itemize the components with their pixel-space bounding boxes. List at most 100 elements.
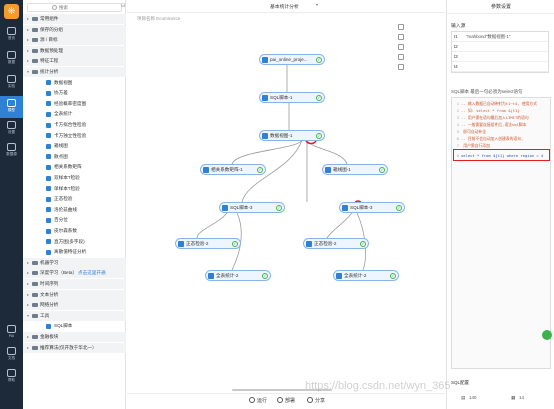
component-icon [46, 323, 51, 329]
tree-group[interactable]: ▸ 常用组件 [23, 14, 126, 24]
rail-item-data[interactable]: 数据 [0, 48, 23, 70]
tree-label: 常用组件 [40, 16, 59, 21]
tree-group[interactable]: ▸ 推荐算法(仅开放于华北一） [23, 342, 126, 353]
folder-icon [32, 345, 38, 350]
tree-group[interactable]: ▸ 深度学习（Beta） 点击这里开通 [23, 268, 126, 279]
rail-item-settings[interactable]: 数据源 [0, 140, 23, 162]
tree-group[interactable]: ▸ 时间序列 [23, 279, 126, 289]
check-icon: ✓ [232, 240, 238, 247]
tree-leaf[interactable]: 箱线图 [23, 141, 126, 151]
tree-leaf[interactable]: 经验概率密度图 [23, 99, 126, 109]
sql-icon [262, 94, 268, 101]
table-row[interactable]: t4 [452, 62, 548, 72]
tree-leaf[interactable]: 离散值特征分析 [23, 247, 126, 257]
tree-label: 网络分析 [40, 302, 59, 308]
check-icon: ✓ [276, 204, 282, 211]
user-icon [7, 325, 16, 333]
folder-icon [32, 313, 38, 318]
tree-leaf[interactable]: 全表统计 [23, 109, 126, 119]
rail-item-pai[interactable]: PAI [0, 322, 23, 344]
tree-group[interactable]: ▸ 文本分析 [23, 289, 126, 300]
tree-label: 工具 [40, 312, 50, 318]
rail-item-experiment[interactable]: 模型 [0, 96, 23, 118]
workflow-node[interactable]: 数据视图-1 ✓ [259, 130, 325, 141]
component-icon [46, 207, 51, 213]
tree-label: 保存的分组 [40, 26, 63, 32]
tree-leaf[interactable]: 正态检验 [23, 194, 126, 204]
rail-item-home[interactable]: 首页 [0, 24, 23, 46]
share-button[interactable]: 分享 [307, 397, 325, 406]
tree-group[interactable]: ▸ 数据预处理 [23, 45, 126, 56]
tree-leaf[interactable]: 数据视图 [23, 78, 126, 88]
workflow-node[interactable]: SQL脚本-3 ✓ [219, 202, 285, 213]
tree-leaf[interactable]: 协方差 [23, 88, 126, 98]
workflow-node[interactable]: SQL脚本-3 ✓ [339, 202, 405, 213]
tree-leaf[interactable]: 单样本T检验 [23, 184, 126, 194]
component-icon [46, 164, 51, 170]
tab-params[interactable]: 参数设置 [447, 0, 554, 14]
table-row[interactable]: t2 [452, 42, 548, 52]
deploy-button[interactable]: 部署 [277, 397, 295, 406]
highlight-box [453, 149, 550, 161]
table-row[interactable]: t1 "mahbond"数据视图-1" [452, 32, 548, 42]
tree-group[interactable]: ▸ 网络分析 [23, 300, 126, 311]
collapse-icon[interactable]: ⊟ [121, 3, 126, 9]
chevron-right-icon: ▸ [27, 270, 30, 276]
tree-leaf[interactable]: 皮尔森系数 [23, 226, 126, 236]
workflow-node[interactable]: 箱线图-1 ✓ [322, 164, 388, 175]
tree-label: 源 / 目标 [40, 37, 58, 43]
chevron-right-icon: ▸ [27, 58, 30, 64]
tree-label: 数据视图 [54, 79, 73, 85]
workflow-node[interactable]: 正态检验-2 ✓ [175, 238, 241, 249]
tree-leaf[interactable]: 卡方独立性检验 [23, 131, 126, 141]
tree-group[interactable]: ▾ 统计分析 [23, 67, 126, 77]
workflow-node[interactable]: pai_online_proje... ✓ [259, 54, 325, 65]
component-icon [46, 101, 51, 107]
workflow-node[interactable]: SQL脚本-1 ✓ [259, 92, 325, 103]
tree-group[interactable]: ▸ 保存的分组 [23, 24, 126, 35]
tree-group[interactable]: ▸ 特征工程 [23, 56, 126, 67]
input-source-table: t1 "mahbond"数据视图-1" t2 t3 t4 [451, 31, 549, 73]
tree-group[interactable]: ▸ 机器学习 [23, 257, 126, 268]
beta-link[interactable]: 点击这里开通 [78, 268, 106, 278]
rail-item-help[interactable]: 帮助 [0, 366, 23, 388]
tree-leaf[interactable]: 百分位 [23, 215, 126, 225]
workflow-node[interactable]: 全表统计-2 ✓ [205, 270, 271, 281]
experiment-canvas[interactable]: 基本统计分析 ▾ 项目名称 Ecommerce pai_online_proje… [127, 0, 445, 409]
tree-leaf[interactable]: SQL脚本 [23, 321, 126, 331]
chevron-right-icon: ▸ [27, 47, 30, 53]
tree-label: 卡方独立性检验 [54, 132, 87, 138]
tree-group[interactable]: ▸ 金融板块 [23, 332, 126, 342]
run-button[interactable]: 运行 [249, 397, 267, 406]
edge [231, 139, 303, 165]
chat-icon[interactable] [542, 330, 552, 340]
rail-item-model[interactable]: 设置 [0, 118, 23, 140]
rail-item-models[interactable]: 实验 [0, 72, 23, 94]
gear-icon [7, 143, 16, 151]
help-icon [7, 369, 16, 377]
tree-leaf[interactable]: 散点图 [23, 152, 126, 162]
sql-editor[interactable]: 1 -- 输入数据已自动映射为t1~t4, 使用方式 2 -- 如: select … [451, 97, 551, 369]
check-icon: ✓ [360, 240, 366, 247]
table-row[interactable]: t3 [452, 52, 548, 62]
tree-group[interactable]: ▾ 工具 [23, 310, 126, 321]
workflow-node[interactable]: 全表统计-2 ✓ [333, 270, 399, 281]
tree-group[interactable]: ▸ 源 / 目标 [23, 35, 126, 46]
check-icon: ✓ [390, 272, 396, 279]
workflow-node[interactable]: 正态检验-2 ✓ [303, 238, 369, 249]
folder-icon [32, 17, 38, 21]
check-icon: ✓ [316, 94, 322, 101]
table-icon [262, 56, 268, 63]
component-search[interactable] [27, 3, 122, 12]
search-input[interactable] [59, 4, 119, 11]
tree-leaf[interactable]: 洛伦兹曲线 [23, 205, 126, 215]
search-icon [52, 5, 57, 10]
tree-leaf[interactable]: 直方图(多字段) [23, 237, 126, 247]
home-icon [7, 27, 16, 35]
tree-leaf[interactable]: 双样本T检验 [23, 173, 126, 183]
workflow-node[interactable]: 相关系数矩阵-1 ✓ [200, 164, 266, 175]
tree-leaf[interactable]: 相关系数矩阵 [23, 162, 126, 172]
tree-label: 箱线图 [54, 143, 68, 149]
tree-leaf[interactable]: 卡方拟合性检验 [23, 120, 126, 130]
rail-item-docs[interactable]: 文档 [0, 344, 23, 366]
